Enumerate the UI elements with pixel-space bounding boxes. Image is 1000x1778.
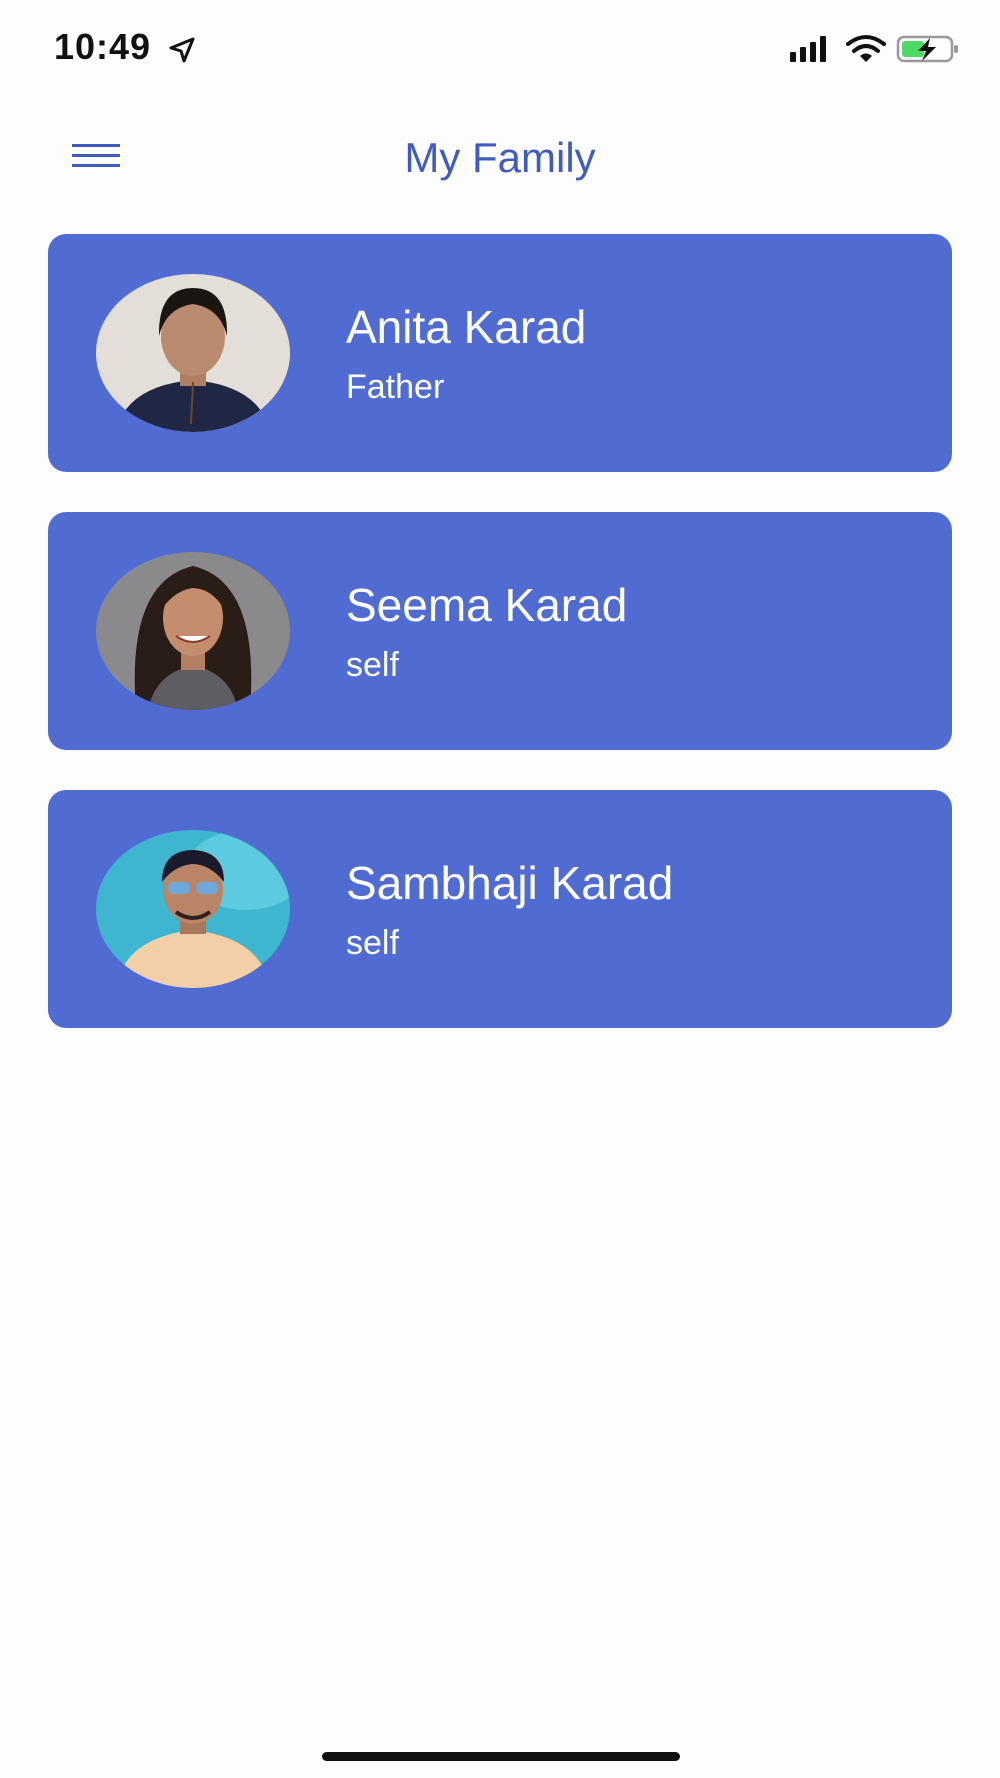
status-bar: 10:49 xyxy=(0,0,1000,100)
member-name: Anita Karad xyxy=(346,301,587,353)
family-member-list: Anita Karad Father Seema Karad self Samb… xyxy=(48,234,952,1068)
app-header: My Family xyxy=(0,110,1000,210)
wifi-icon xyxy=(846,34,886,64)
profile-photo xyxy=(96,552,290,710)
member-relation: self xyxy=(346,646,399,684)
member-name: Seema Karad xyxy=(346,579,628,631)
profile-photo xyxy=(96,830,290,988)
member-name: Sambhaji Karad xyxy=(346,857,674,909)
member-relation: self xyxy=(346,924,399,962)
location-arrow-icon xyxy=(168,36,196,64)
page-title: My Family xyxy=(404,134,596,181)
family-member-card[interactable]: Seema Karad self xyxy=(48,512,952,750)
family-member-card[interactable]: Sambhaji Karad self xyxy=(48,790,952,1028)
battery-charging-icon xyxy=(896,34,962,64)
status-time: 10:49 xyxy=(54,26,152,67)
profile-photo xyxy=(96,274,290,432)
cellular-signal-icon xyxy=(790,36,834,62)
member-relation: Father xyxy=(346,368,445,406)
family-member-card[interactable]: Anita Karad Father xyxy=(48,234,952,472)
home-indicator[interactable] xyxy=(322,1752,680,1761)
